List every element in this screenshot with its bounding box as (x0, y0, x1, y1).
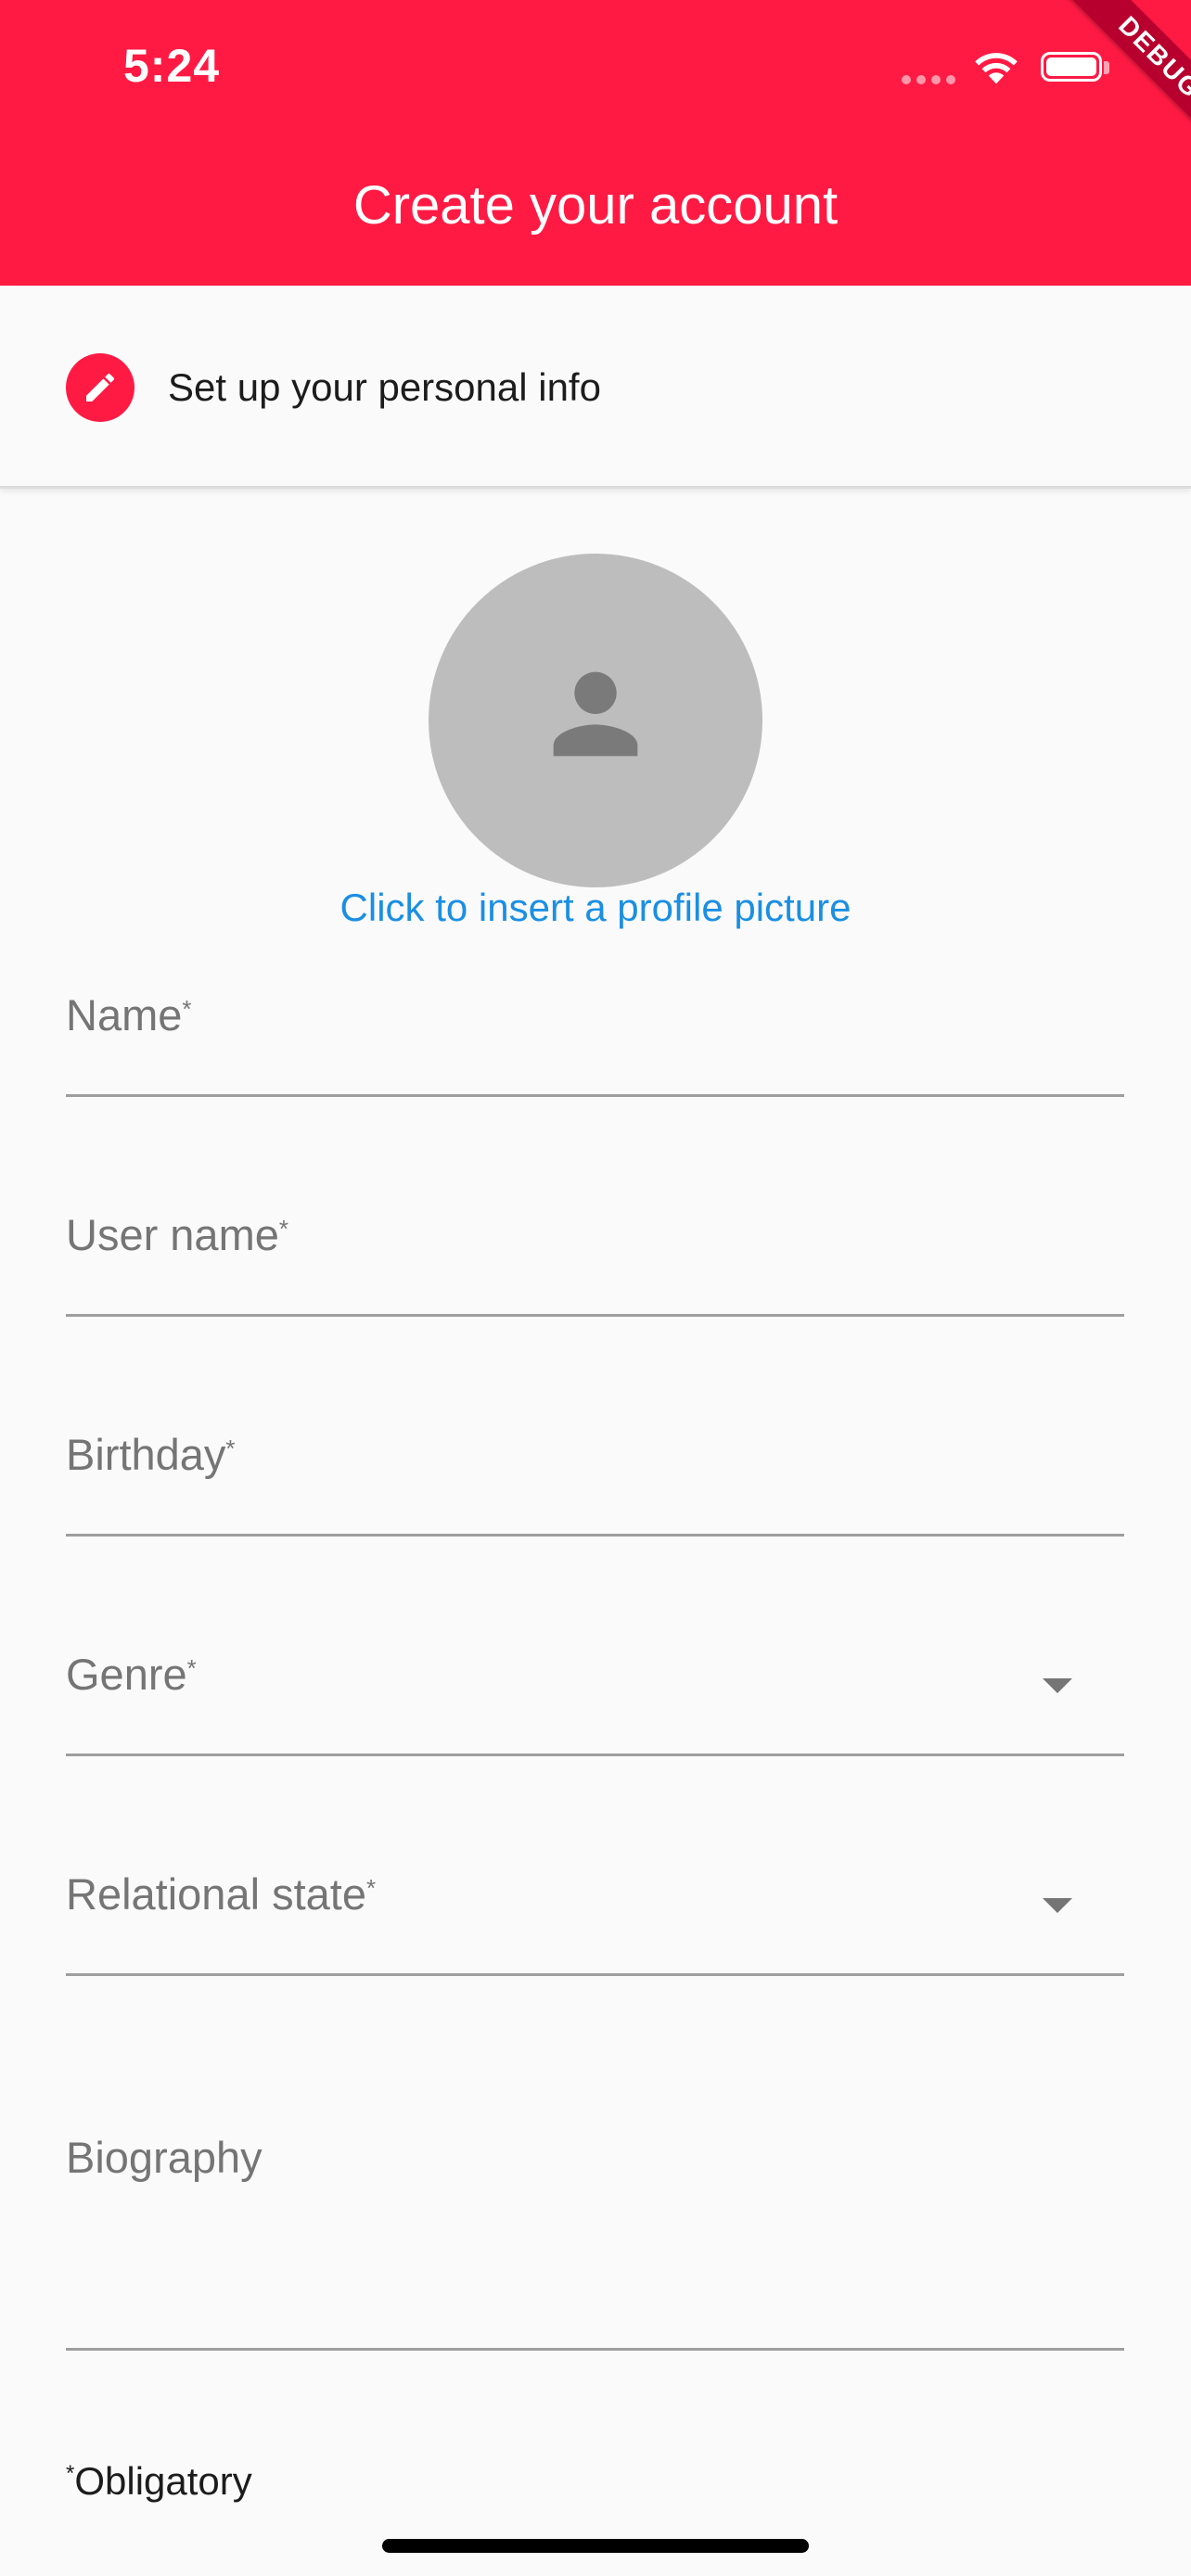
status-time: 5:24 (123, 40, 221, 92)
name-field[interactable]: Name* (66, 960, 1124, 1097)
user-name-field[interactable]: User name* (66, 1180, 1124, 1317)
genre-dropdown-label: Genre* (66, 1650, 197, 1699)
step-header[interactable]: Set up your personal info (0, 286, 1191, 489)
biography-field[interactable]: Biography (66, 2059, 1124, 2351)
name-field-label: Name* (66, 990, 192, 1039)
user-name-field-label: User name* (66, 1210, 288, 1259)
obligatory-note: *Obligatory (66, 2459, 252, 2503)
birthday-field[interactable]: Birthday* (66, 1399, 1124, 1537)
app-bar: 5:24 DEBUG Create your account (0, 0, 1191, 286)
debug-banner: DEBUG (1040, 0, 1191, 177)
battery-icon (1041, 52, 1102, 82)
battery-tip (1104, 61, 1109, 74)
pencil-icon (66, 353, 134, 422)
wifi-icon (972, 48, 1020, 90)
signal-icon (902, 72, 961, 89)
person-icon (553, 671, 638, 757)
dropdown-arrow-icon (1043, 1898, 1072, 1913)
insert-profile-picture-link[interactable]: Click to insert a profile picture (0, 886, 1191, 930)
birthday-field-label: Birthday* (66, 1430, 236, 1479)
genre-dropdown[interactable]: Genre* (66, 1619, 1124, 1756)
relational-state-dropdown-label: Relational state* (66, 1869, 377, 1919)
step-label: Set up your personal info (168, 365, 601, 409)
relational-state-dropdown[interactable]: Relational state* (66, 1839, 1124, 1976)
page-title: Create your account (352, 175, 839, 236)
home-indicator[interactable] (382, 2539, 809, 2553)
biography-field-label: Biography (66, 2133, 263, 2182)
dropdown-arrow-icon (1043, 1678, 1072, 1693)
profile-avatar[interactable] (429, 554, 762, 887)
